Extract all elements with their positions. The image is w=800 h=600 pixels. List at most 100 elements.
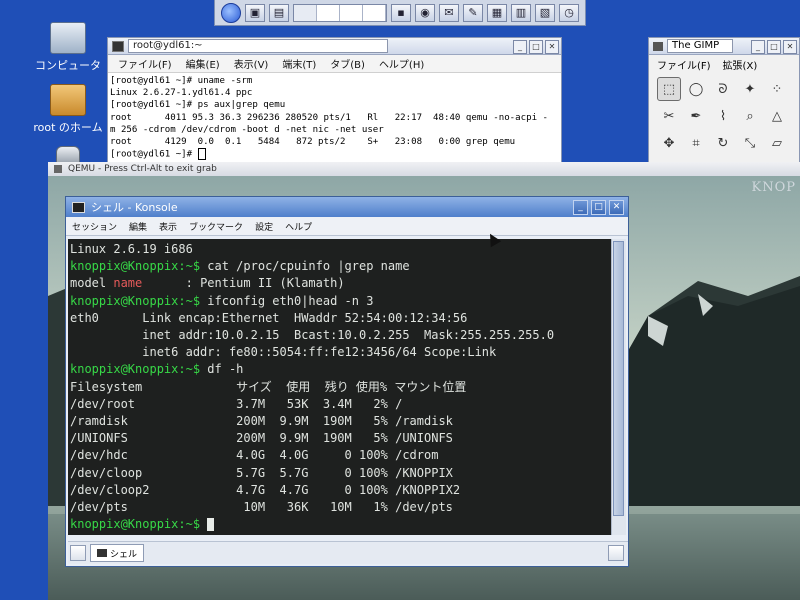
df-row: /dev/root 3.7M 53K 3.4M 2% /	[70, 396, 403, 411]
rect-select-tool-icon[interactable]: ⬚	[657, 77, 681, 101]
menu-session[interactable]: セッション	[72, 220, 117, 233]
konsole-window[interactable]: シェル - Konsole _ □ ✕ セッション 編集 表示 ブックマーク 設…	[65, 196, 629, 567]
maximize-button[interactable]: □	[767, 40, 781, 54]
minimize-button[interactable]: _	[573, 200, 588, 215]
menu-view[interactable]: 表示(V)	[234, 56, 269, 71]
workspace-pager[interactable]	[293, 3, 387, 22]
menu-bookmarks[interactable]: ブックマーク	[189, 220, 243, 233]
close-button[interactable]: ✕	[609, 200, 624, 215]
shell-prompt: knoppix@Knoppix:~$	[70, 259, 201, 274]
move-tool-icon[interactable]: ✥	[657, 131, 681, 155]
menu-help[interactable]: ヘルプ	[285, 220, 312, 233]
color-picker-tool-icon[interactable]: ⌇	[711, 104, 735, 128]
impress-launcher[interactable]: ▧	[535, 3, 555, 22]
maximize-button[interactable]: □	[529, 40, 543, 54]
grep-match-highlight: name	[113, 276, 143, 291]
menu-terminal[interactable]: 端末(T)	[282, 56, 316, 71]
calc-launcher[interactable]: ▥	[511, 3, 531, 22]
tool-grid: ⬚ ◯ ᘐ ✦ ⁘ ✂ ✒ ⌇ ⌕ △ ✥ ⌗ ↻ ⤡ ▱	[649, 73, 799, 159]
tab-label: シェル	[110, 549, 138, 560]
free-select-tool-icon[interactable]: ᘐ	[711, 77, 735, 101]
terminal-line: Linux 2.6.27-1.ydl61.4 ppc	[110, 88, 253, 99]
minimize-button[interactable]: _	[513, 40, 527, 54]
window-titlebar[interactable]: QEMU - Press Ctrl-Alt to exit grab	[48, 162, 800, 177]
home-folder-icon	[50, 84, 86, 116]
window-titlebar[interactable]: root@ydl61:~	[108, 38, 561, 55]
menu-bar: ファイル(F) 編集(E) 表示(V) 端末(T) タブ(B) ヘルプ(H)	[108, 55, 561, 73]
measure-tool-icon[interactable]: △	[765, 104, 789, 128]
close-button[interactable]: ✕	[545, 40, 559, 54]
terminal-cursor	[207, 518, 215, 532]
terminal-icon	[72, 201, 85, 213]
qemu-icon	[54, 165, 62, 173]
maximize-button[interactable]: □	[591, 200, 606, 215]
terminal-line: [root@ydl61 ~]# ps aux|grep qemu	[110, 100, 286, 111]
konsole-terminal-screen[interactable]: Linux 2.6.19 i686 knoppix@Knoppix:~$ cat…	[68, 239, 612, 535]
df-row: /dev/hdc 4.0G 4.0G 0 100% /cdrom	[70, 448, 439, 463]
terminal-line: root 4129 0.0 0.1 5484 872 pts/2 S+ 23:0…	[110, 137, 516, 148]
gimp-launcher[interactable]: ✎	[463, 3, 483, 22]
close-session-icon[interactable]	[608, 545, 624, 561]
gimp-toolbox-window[interactable]: The GIMP _ □ ✕ ファイル(F) 拡張(X) ⬚ ◯ ᘐ ✦ ⁘ ✂…	[648, 37, 800, 172]
select-by-color-tool-icon[interactable]: ⁘	[765, 77, 789, 101]
df-row: /dev/pts 10M 36K 10M 1% /dev/pts	[70, 500, 453, 515]
menu-settings[interactable]: 設定	[255, 220, 273, 233]
crop-tool-icon[interactable]: ⌗	[684, 131, 708, 155]
menu-edit[interactable]: 編集(E)	[186, 56, 220, 71]
tab-bar: シェル	[68, 541, 628, 564]
terminal-line: : Pentium II (Klamath)	[142, 276, 345, 291]
clock-icon[interactable]: ◷	[559, 3, 579, 22]
menu-edit[interactable]: 編集	[129, 220, 147, 233]
menu-file[interactable]: ファイル(F)	[657, 57, 711, 72]
file-manager-launcher[interactable]: ▤	[269, 3, 289, 22]
shell-prompt: knoppix@Knoppix:~$	[70, 293, 201, 308]
shell-prompt: knoppix@Knoppix:~$	[70, 517, 201, 532]
terminal-command: ifconfig eth0|head -n 3	[200, 293, 374, 308]
firefox-launcher[interactable]: ◉	[415, 3, 435, 22]
shear-tool-icon[interactable]: ▱	[765, 131, 789, 155]
terminal-line: m 256 -cdrom /dev/cdrom -boot d -net nic…	[110, 124, 384, 135]
terminal-launcher[interactable]: ▪	[391, 3, 411, 22]
zoom-tool-icon[interactable]: ⌕	[738, 104, 762, 128]
window-title: root@ydl61:~	[128, 39, 388, 53]
ellipse-select-tool-icon[interactable]: ◯	[684, 77, 708, 101]
terminal-command: df -h	[200, 362, 244, 377]
menu-view[interactable]: 表示	[159, 220, 177, 233]
menu-file[interactable]: ファイル(F)	[118, 56, 172, 71]
scissors-tool-icon[interactable]: ✂	[657, 104, 681, 128]
home-folder-launcher[interactable]: ▣	[245, 3, 265, 22]
terminal-line: eth0 Link encap:Ethernet HWaddr 52:54:00…	[70, 310, 468, 325]
menu-extensions[interactable]: 拡張(X)	[723, 57, 758, 72]
minimize-button[interactable]: _	[751, 40, 765, 54]
tab-shell[interactable]: シェル	[90, 544, 145, 562]
scale-tool-icon[interactable]: ⤡	[738, 131, 762, 155]
close-button[interactable]: ✕	[783, 40, 797, 54]
desktop-icon-label: コンピュータ	[35, 59, 101, 72]
terminal-line: model	[70, 276, 114, 291]
terminal-command: cat /proc/cpuinfo |grep name	[200, 259, 410, 274]
desktop-icon-computer[interactable]: コンピュータ	[28, 22, 108, 73]
mail-launcher[interactable]: ✉	[439, 3, 459, 22]
vertical-scrollbar[interactable]	[611, 239, 626, 535]
terminal-line: root 4011 95.3 36.3 296236 280520 pts/1 …	[110, 112, 548, 123]
terminal-line: Linux 2.6.19 i686	[70, 242, 193, 256]
window-title: シェル - Konsole	[91, 201, 178, 214]
fuzzy-select-tool-icon[interactable]: ✦	[738, 77, 762, 101]
desktop-icon-home[interactable]: root のホーム	[28, 84, 108, 135]
paths-tool-icon[interactable]: ✒	[684, 104, 708, 128]
menu-tabs[interactable]: タブ(B)	[330, 56, 365, 71]
desktop-icon-label: root のホーム	[33, 121, 103, 134]
df-row: /dev/cloop 5.7G 5.7G 0 100% /KNOPPIX	[70, 465, 453, 480]
terminal-icon	[112, 40, 124, 52]
scrollbar-thumb[interactable]	[613, 241, 624, 516]
menu-help[interactable]: ヘルプ(H)	[379, 56, 424, 71]
gnome-terminal-window[interactable]: root@ydl61:~ _ □ ✕ ファイル(F) 編集(E) 表示(V) 端…	[107, 37, 562, 172]
new-session-icon[interactable]	[70, 545, 86, 561]
writer-launcher[interactable]: ▦	[487, 3, 507, 22]
rotate-tool-icon[interactable]: ↻	[711, 131, 735, 155]
terminal-output[interactable]: [root@ydl61 ~]# uname -srm Linux 2.6.27-…	[108, 73, 561, 163]
main-menu-button[interactable]	[221, 2, 241, 23]
top-panel: ▣ ▤ ▪ ◉ ✉ ✎ ▦ ▥ ▧ ◷	[214, 0, 586, 26]
window-titlebar[interactable]: シェル - Konsole	[66, 197, 628, 217]
terminal-line: [root@ydl61 ~]#	[110, 149, 198, 160]
